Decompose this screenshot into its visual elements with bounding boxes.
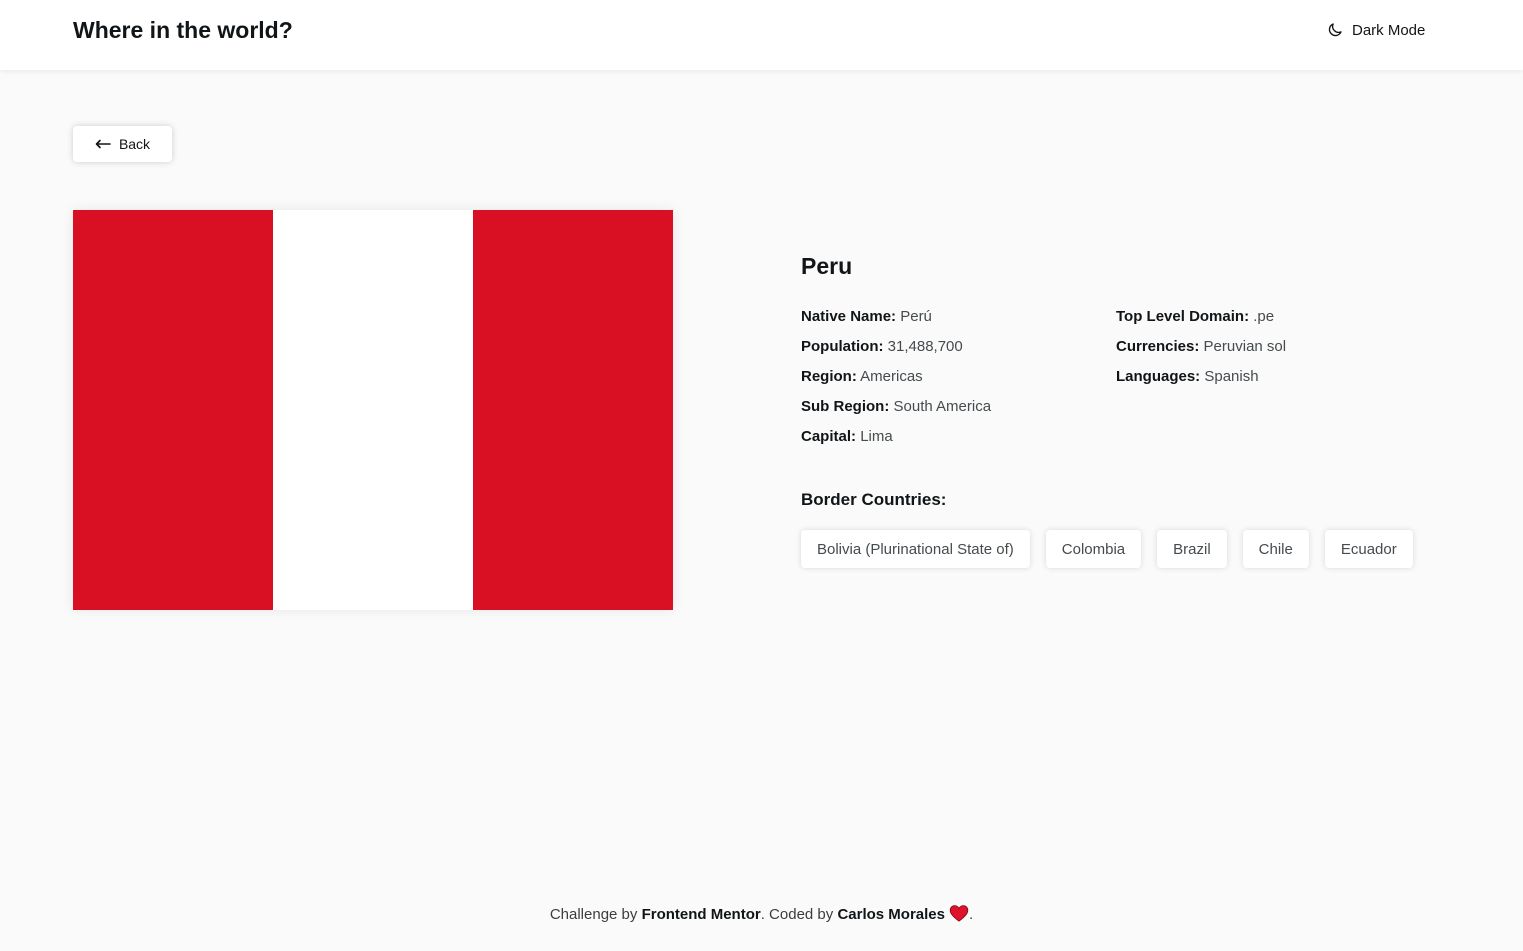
border-countries-title: Border Countries: — [801, 490, 947, 509]
detail-value: South America — [893, 398, 992, 415]
footer-prefix: Challenge by — [549, 906, 642, 923]
detail-value: Americas — [860, 368, 923, 385]
arrow-left-icon — [95, 139, 111, 149]
details-secondary: Top Level Domain: .pe Currencies: Peruvi… — [1116, 306, 1286, 396]
detail-languages: Languages: Spanish — [1116, 366, 1286, 396]
detail-label: Population: — [801, 338, 884, 355]
detail-label: Native Name: — [801, 308, 897, 325]
border-country-button[interactable]: Brazil — [1157, 530, 1227, 568]
flag-stripe — [273, 210, 473, 610]
detail-capital: Capital: Lima — [801, 426, 991, 456]
details-primary: Native Name: Perú Population: 31,488,700… — [801, 306, 991, 456]
author-link[interactable]: Carlos Morales — [837, 906, 945, 923]
app-title: Where in the world? — [73, 17, 293, 43]
detail-currencies: Currencies: Peruvian sol — [1116, 336, 1286, 366]
footer-suffix: . — [968, 906, 974, 923]
detail-label: Top Level Domain: — [1116, 308, 1250, 325]
detail-value: 31,488,700 — [887, 338, 963, 355]
page-footer: Challenge by Frontend Mentor. Coded by C… — [0, 904, 1523, 926]
back-button[interactable]: Back — [73, 126, 172, 162]
detail-value: .pe — [1253, 308, 1275, 325]
detail-label: Capital: — [801, 428, 857, 445]
border-country-button[interactable]: Colombia — [1045, 530, 1142, 568]
detail-sub-region: Sub Region: South America — [801, 396, 991, 426]
detail-region: Region: Americas — [801, 366, 991, 396]
detail-population: Population: 31,488,700 — [801, 336, 991, 366]
detail-value: Spanish — [1204, 368, 1259, 385]
detail-value: Lima — [860, 428, 893, 445]
dark-mode-label: Dark Mode — [1352, 21, 1426, 39]
country-name: Peru — [801, 253, 853, 279]
frontend-mentor-link[interactable]: Frontend Mentor — [642, 906, 761, 923]
detail-label: Sub Region: — [801, 398, 890, 415]
country-flag — [73, 210, 673, 610]
app-header: Where in the world? Dark Mode — [0, 0, 1523, 70]
detail-value: Perú — [900, 308, 932, 325]
heart-icon — [949, 905, 969, 922]
back-label: Back — [118, 136, 151, 152]
border-country-button[interactable]: Chile — [1242, 530, 1309, 568]
border-country-button[interactable]: Bolivia (Plurinational State of) — [801, 530, 1030, 568]
detail-label: Languages: — [1116, 368, 1201, 385]
moon-icon — [1328, 23, 1342, 37]
flag-stripe — [73, 210, 273, 610]
border-countries-list: Bolivia (Plurinational State of) Colombi… — [801, 530, 1413, 568]
flag-stripe — [473, 210, 673, 610]
detail-native-name: Native Name: Perú — [801, 306, 991, 336]
border-country-button[interactable]: Ecuador — [1324, 530, 1413, 568]
dark-mode-toggle[interactable]: Dark Mode — [1326, 18, 1425, 42]
footer-middle: . Coded by — [760, 906, 838, 923]
detail-label: Currencies: — [1116, 338, 1200, 355]
detail-value: Peruvian sol — [1203, 338, 1287, 355]
detail-label: Region: — [801, 368, 857, 385]
detail-top-level-domain: Top Level Domain: .pe — [1116, 306, 1286, 336]
